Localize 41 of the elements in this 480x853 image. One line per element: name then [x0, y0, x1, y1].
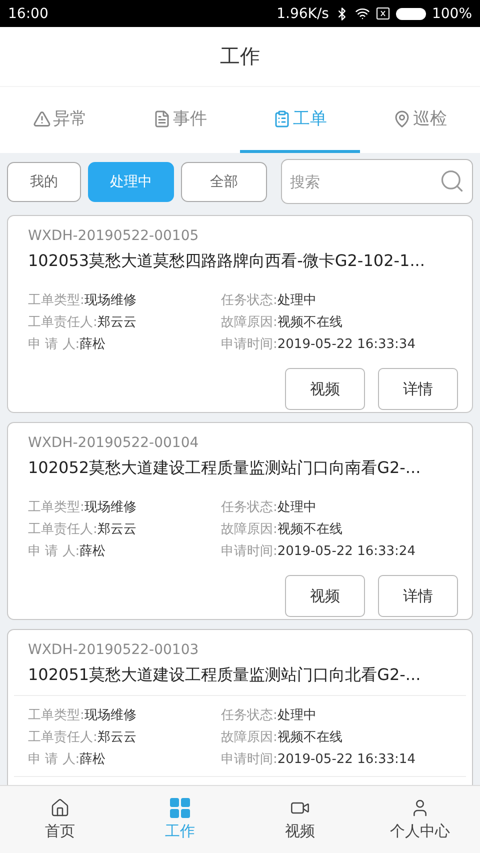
info-field: 申 请 人:薛松 [28, 750, 221, 768]
info-field: 工单类型:现场维修 [28, 498, 221, 516]
network-speed: 1.96K/s [276, 6, 329, 22]
info-field: 申 请 人:薛松 [28, 335, 221, 353]
info-field: 工单类型:现场维修 [28, 706, 221, 724]
info-field: 故障原因:视频不在线 [221, 520, 466, 538]
page-title: 工作 [220, 43, 260, 70]
info-field: 申请时间:2019-05-22 16:33:34 [221, 335, 466, 353]
card-button[interactable]: 视频 [285, 575, 365, 617]
filter-button[interactable]: 我的 [7, 162, 81, 202]
info-field: 故障原因:视频不在线 [221, 313, 466, 331]
order-title: 102053莫愁大道莫愁四路路牌向西看-微卡G2-102-1... [27, 250, 426, 272]
card-button[interactable]: 详情 [378, 368, 458, 410]
status-time: 16:00 [8, 6, 48, 22]
nav-item[interactable]: 个人中心 [360, 786, 480, 853]
nav-item[interactable]: 首页 [0, 786, 120, 853]
search-field[interactable]: 搜索 [281, 159, 473, 204]
info-field: 申请时间:2019-05-22 16:33:14 [221, 750, 466, 768]
order-title: 102051莫愁大道建设工程质量监测站门口向北看G2-... [27, 664, 422, 686]
info-field: 任务状态:处理中 [221, 498, 466, 516]
info-field: 工单责任人:郑云云 [28, 728, 221, 746]
nav-item[interactable]: 视频 [240, 786, 360, 853]
order-number: WXDH-20190522-00103 [27, 641, 200, 658]
order-number: WXDH-20190522-00104 [27, 434, 200, 451]
info-field: 任务状态:处理中 [221, 706, 466, 724]
tab[interactable]: 异常 [0, 87, 120, 153]
info-field: 任务状态:处理中 [221, 291, 466, 309]
battery-level: 100% [432, 6, 472, 22]
tab[interactable]: 巡检 [360, 87, 480, 153]
tab[interactable]: 事件 [120, 87, 240, 153]
info-field: 工单类型:现场维修 [28, 291, 221, 309]
filter-button[interactable]: 全部 [181, 162, 267, 202]
card-button[interactable]: 详情 [378, 575, 458, 617]
order-number: WXDH-20190522-00105 [27, 227, 200, 244]
info-field: 故障原因:视频不在线 [221, 728, 466, 746]
order-title: 102052莫愁大道建设工程质量监测站门口向南看G2-... [27, 457, 422, 479]
card-button[interactable]: 视频 [285, 368, 365, 410]
info-field: 工单责任人:郑云云 [28, 520, 221, 538]
info-field: 申请时间:2019-05-22 16:33:24 [221, 542, 466, 560]
info-field: 申 请 人:薛松 [28, 542, 221, 560]
info-field: 工单责任人:郑云云 [28, 313, 221, 331]
